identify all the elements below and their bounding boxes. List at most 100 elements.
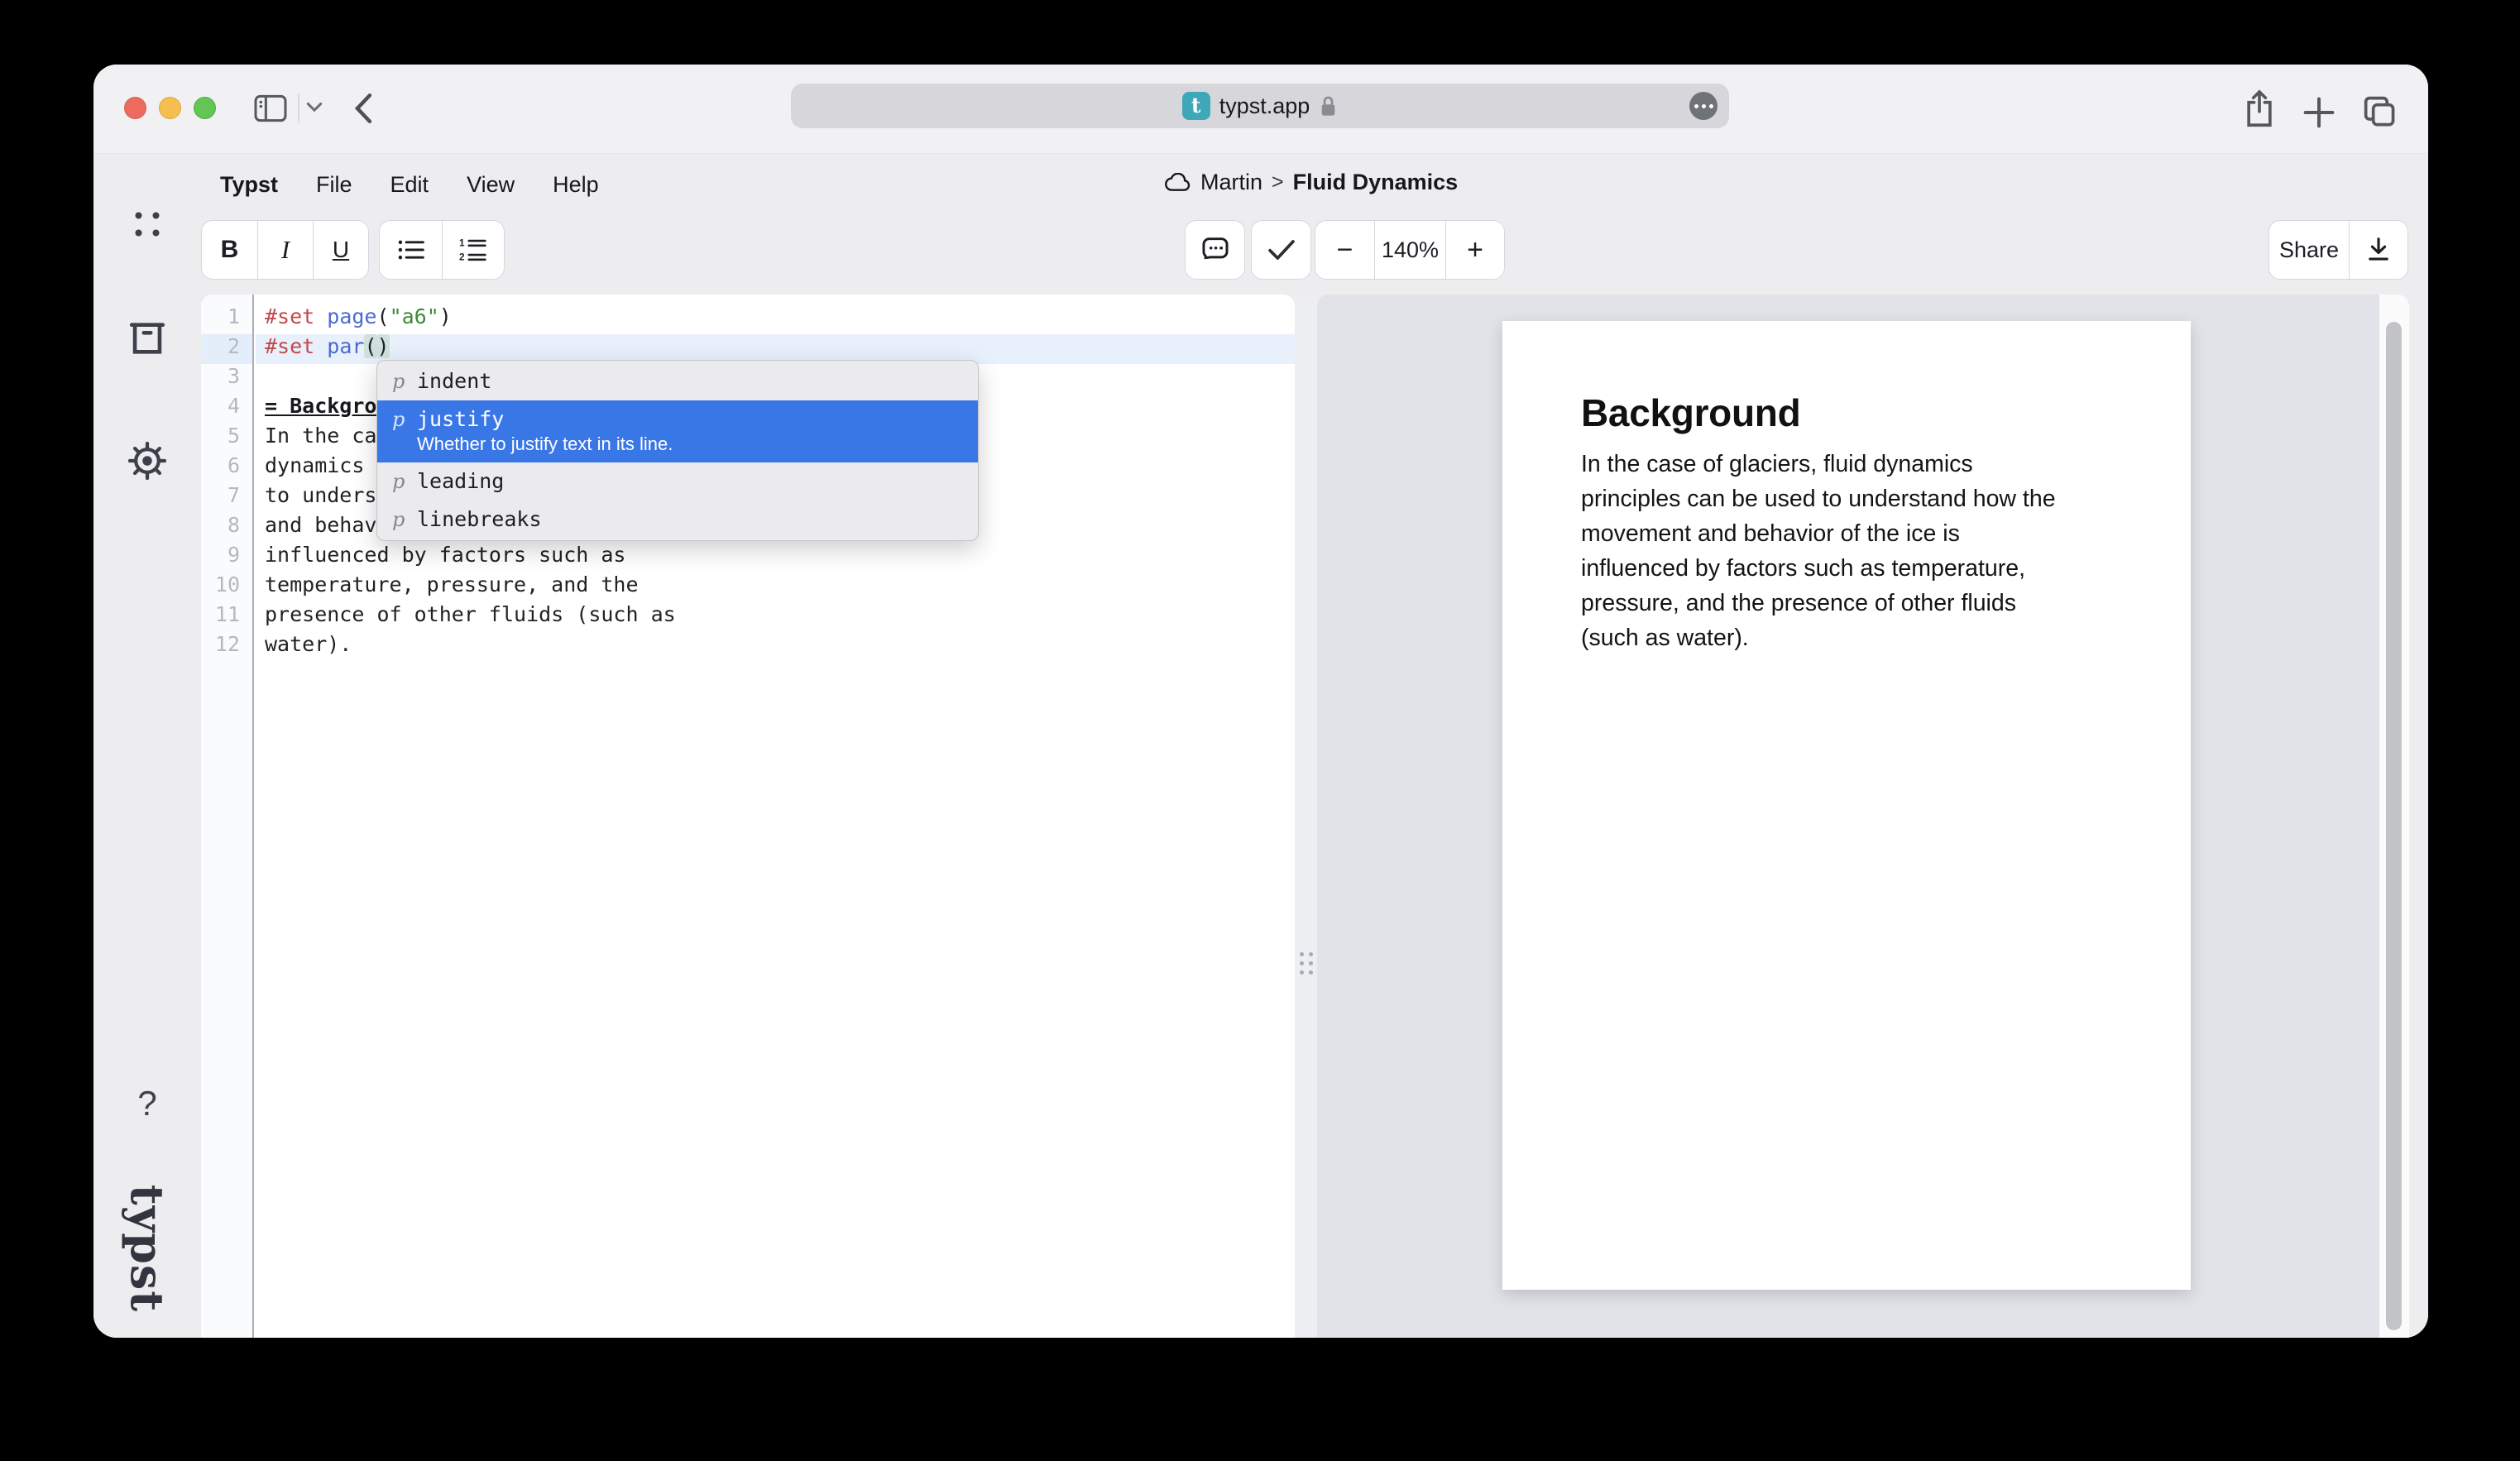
param-kind-icon: p: [392, 370, 406, 393]
line-number: 1: [201, 304, 252, 334]
tab-overview-icon[interactable]: [2360, 93, 2398, 131]
lock-icon: [1319, 94, 1338, 118]
code-token: (: [364, 334, 376, 358]
scrollbar-thumb[interactable]: [2386, 322, 2402, 1330]
close-window-button[interactable]: [124, 97, 146, 119]
typst-logo: typst: [121, 1185, 174, 1312]
svg-text:2: 2: [459, 251, 465, 262]
code-token: "a6": [390, 304, 439, 328]
paragraph-line: influenced by factors such as temperatur…: [1581, 551, 2112, 586]
site-label: typst.app: [1219, 93, 1310, 119]
projects-box-icon[interactable]: [128, 321, 166, 356]
code-token: ): [377, 334, 390, 358]
line-number: 10: [201, 572, 252, 602]
code-line[interactable]: temperature, pressure, and the: [256, 572, 1295, 602]
menu-help[interactable]: Help: [553, 172, 599, 198]
pane-divider[interactable]: [1295, 295, 1317, 1338]
line-number: 9: [201, 543, 252, 572]
menu-edit[interactable]: Edit: [390, 172, 429, 198]
cloud-icon: [1165, 173, 1191, 193]
browser-window: t typst.app: [93, 65, 2428, 1338]
minimize-window-button[interactable]: [159, 97, 181, 119]
breadcrumb-document[interactable]: Fluid Dynamics: [1293, 170, 1459, 195]
zoom-out-button[interactable]: −: [1315, 221, 1374, 279]
gutter: 123456789101112: [201, 295, 254, 1338]
bullet-list-button[interactable]: [380, 221, 442, 279]
url-bar[interactable]: t typst.app: [791, 84, 1729, 128]
download-button[interactable]: [2349, 221, 2407, 279]
apps-grid-icon[interactable]: [136, 213, 160, 237]
code-line[interactable]: water).: [256, 632, 1295, 662]
comment-button[interactable]: [1185, 220, 1245, 280]
typst-favicon: t: [1182, 92, 1210, 120]
code-line[interactable]: presence of other fluids (such as: [256, 602, 1295, 632]
list-group: 1 2: [379, 220, 505, 280]
line-number: 7: [201, 483, 252, 513]
autocomplete-popup: pindentpjustifyWhether to justify text i…: [376, 360, 979, 541]
sidebar-toggle-icon[interactable]: [254, 94, 287, 122]
check-button[interactable]: [1251, 220, 1311, 280]
line-number: 12: [201, 632, 252, 662]
bold-button[interactable]: B: [202, 221, 257, 279]
fullscreen-window-button[interactable]: [194, 97, 216, 119]
gear-icon[interactable]: [128, 442, 166, 480]
preview-pane: Background In the case of glaciers, flui…: [1317, 295, 2409, 1338]
code-token: #set: [265, 304, 314, 328]
preview-page: Background In the case of glaciers, flui…: [1502, 321, 2191, 1290]
paragraph-line: In the case of glaciers, fluid dynamics: [1581, 447, 2112, 481]
code-token: ): [439, 304, 452, 328]
autocomplete-item-justify[interactable]: pjustifyWhether to justify text in its l…: [377, 400, 978, 462]
code-token: par: [327, 334, 364, 358]
menu-bar: Typst File Edit View Help: [220, 172, 599, 198]
help-button[interactable]: ?: [137, 1084, 156, 1123]
autocomplete-label: justify: [417, 407, 504, 431]
code-line[interactable]: #set page("a6"): [256, 304, 1295, 334]
param-kind-icon: p: [392, 408, 406, 431]
code-line[interactable]: influenced by factors such as: [256, 543, 1295, 572]
breadcrumb: Martin > Fluid Dynamics: [1165, 170, 1458, 195]
new-tab-icon[interactable]: [2302, 96, 2336, 129]
more-options-icon[interactable]: [1689, 92, 1718, 120]
autocomplete-label: linebreaks: [417, 507, 542, 531]
zoom-level[interactable]: 140%: [1374, 221, 1445, 279]
screen: t typst.app: [0, 0, 2520, 1461]
code-token: page: [327, 304, 376, 328]
browser-chrome: t typst.app: [93, 65, 2428, 153]
menu-file[interactable]: File: [316, 172, 352, 198]
autocomplete-item-leading[interactable]: pleading: [377, 462, 978, 501]
autocomplete-label: leading: [417, 469, 504, 493]
code-token: water).: [265, 632, 352, 656]
paragraph-line: pressure, and the presence of other flui…: [1581, 586, 2112, 620]
numbered-list-button[interactable]: 1 2: [442, 221, 504, 279]
underline-button[interactable]: U: [313, 221, 368, 279]
code-token: [314, 334, 327, 358]
code-token: (: [377, 304, 390, 328]
share-group: Share: [2268, 220, 2408, 280]
chevron-down-icon[interactable]: [305, 101, 323, 113]
breadcrumb-workspace[interactable]: Martin: [1200, 170, 1262, 195]
code-token: presence of other fluids (such as: [265, 602, 676, 626]
italic-button[interactable]: I: [257, 221, 313, 279]
menu-view[interactable]: View: [467, 172, 515, 198]
drag-handle-icon[interactable]: [1300, 952, 1313, 975]
back-button[interactable]: [352, 91, 375, 126]
zoom-group: − 140% +: [1315, 220, 1505, 280]
code-token: #set: [265, 334, 314, 358]
line-number: 4: [201, 394, 252, 424]
autocomplete-label: indent: [417, 369, 491, 393]
share-page-icon[interactable]: [2241, 89, 2278, 130]
param-kind-icon: p: [392, 508, 406, 531]
line-number: 8: [201, 513, 252, 543]
autocomplete-item-indent[interactable]: pindent: [377, 362, 978, 400]
zoom-in-button[interactable]: +: [1445, 221, 1504, 279]
line-number: 2: [201, 334, 252, 364]
typst-app: Typst File Edit View Help Martin > Fluid…: [93, 153, 2428, 1338]
preview-scrollbar[interactable]: [2379, 295, 2409, 1338]
code-token: temperature, pressure, and the: [265, 572, 639, 596]
autocomplete-item-linebreaks[interactable]: p linebreaks: [377, 501, 978, 539]
code-token: [314, 304, 327, 328]
paragraph-line: principles can be used to understand how…: [1581, 481, 2112, 516]
menu-typst[interactable]: Typst: [220, 172, 278, 198]
line-number: 11: [201, 602, 252, 632]
share-button[interactable]: Share: [2269, 221, 2349, 279]
